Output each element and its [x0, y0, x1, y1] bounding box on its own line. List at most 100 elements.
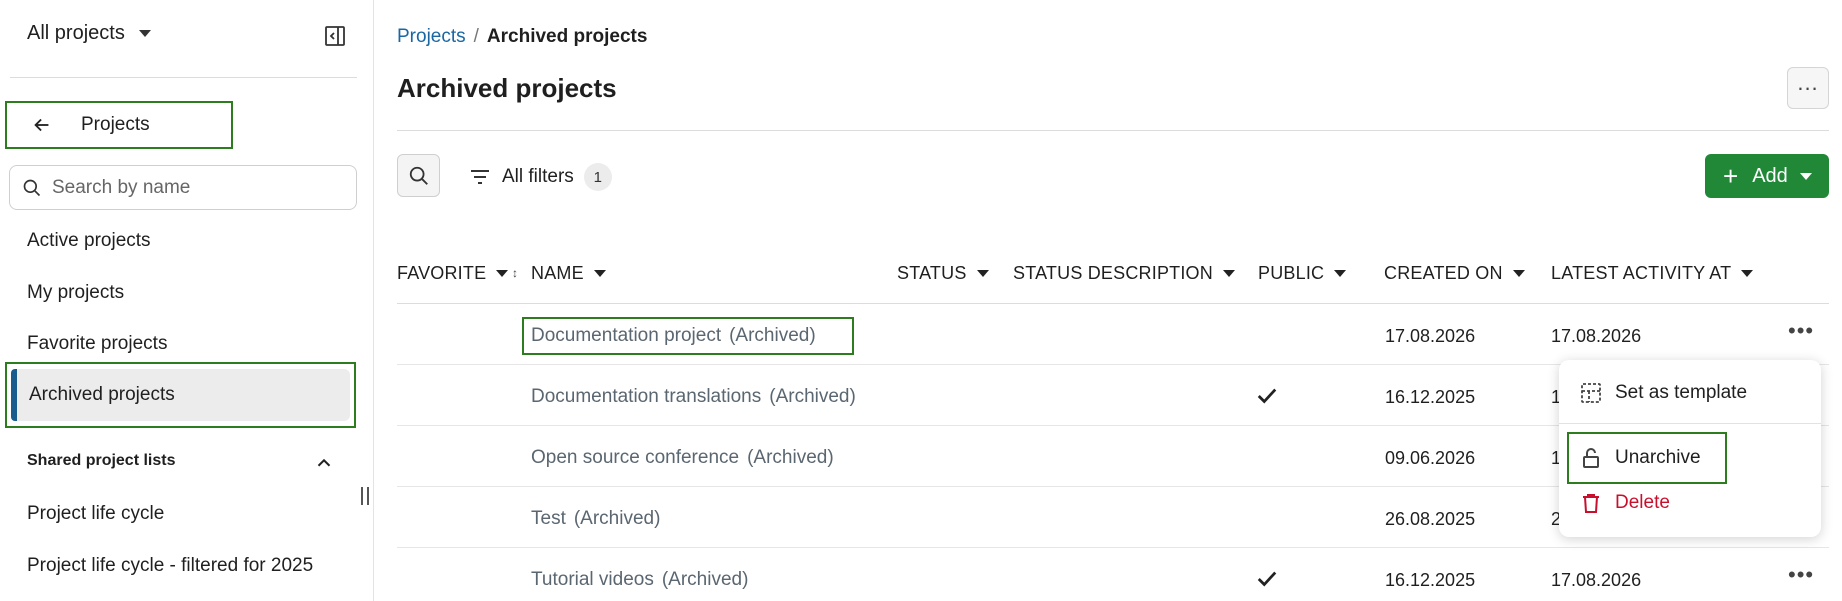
- all-filters-button[interactable]: All filters 1: [468, 163, 612, 191]
- checkmark-icon: [1257, 388, 1277, 404]
- menu-item-label: Unarchive: [1615, 447, 1701, 468]
- back-to-projects-button[interactable]: Projects: [5, 101, 233, 149]
- chevron-down-icon: [976, 270, 989, 277]
- column-header-label: STATUS DESCRIPTION: [1013, 263, 1213, 283]
- column-header-label: NAME: [531, 263, 584, 283]
- breadcrumb-current: Archived projects: [486, 26, 648, 47]
- menu-item-label: Set as template: [1615, 382, 1748, 403]
- more-icon: ...: [1797, 70, 1819, 95]
- sidebar-item-archived-projects[interactable]: Archived projects: [5, 362, 356, 428]
- table-row-name-link[interactable]: Open source conference (Archived): [531, 447, 834, 469]
- column-header-latest-activity[interactable]: LATEST ACTIVITY AT: [1551, 263, 1754, 284]
- chevron-up-icon[interactable]: [313, 452, 335, 474]
- archived-tag: (Archived): [747, 447, 834, 468]
- project-name: Documentation project: [531, 325, 722, 346]
- template-icon: [1581, 383, 1601, 403]
- sidebar-item-active-projects[interactable]: Active projects: [27, 230, 151, 252]
- table-row-name-link[interactable]: Documentation project (Archived): [531, 325, 816, 347]
- table-row-name-link[interactable]: Test (Archived): [531, 508, 660, 530]
- column-header-favorite[interactable]: FAVORITE: [397, 263, 509, 284]
- unlock-icon: [1583, 448, 1599, 468]
- table-row-name-link[interactable]: Tutorial videos (Archived): [531, 569, 748, 591]
- chevron-down-icon: [1799, 172, 1812, 180]
- arrow-left-icon: [34, 118, 49, 132]
- chevron-down-icon: [1222, 270, 1235, 277]
- add-button[interactable]: + Add: [1705, 154, 1829, 198]
- column-header-name[interactable]: NAME: [531, 263, 606, 284]
- sidebar-item-favorite-projects[interactable]: Favorite projects: [27, 333, 167, 355]
- sidebar-item-project-life-cycle-2025[interactable]: Project life cycle - filtered for 2025: [27, 555, 313, 577]
- chevron-down-icon: [1512, 270, 1525, 277]
- project-name: Tutorial videos: [531, 569, 654, 590]
- created-on-cell: 09.06.2026: [1385, 448, 1476, 468]
- created-on-cell: 16.12.2025: [1385, 387, 1476, 407]
- back-to-projects-label: Projects: [81, 114, 150, 135]
- search-icon: [409, 166, 428, 185]
- column-header-label: FAVORITE: [397, 263, 487, 283]
- column-header-label: LATEST ACTIVITY AT: [1551, 263, 1732, 283]
- search-input[interactable]: [52, 176, 342, 199]
- sidebar-collapse-icon[interactable]: [323, 24, 347, 48]
- chevron-down-icon: [138, 30, 151, 37]
- table-row-name-link[interactable]: Documentation translations (Archived): [531, 386, 856, 408]
- active-indicator: [11, 369, 17, 421]
- header-divider: [397, 130, 1829, 131]
- latest-activity-cell: 17.08.2026: [1551, 570, 1642, 590]
- column-header-label: STATUS: [897, 263, 967, 283]
- project-switcher-label: All projects: [27, 22, 125, 44]
- chevron-down-icon: [593, 270, 606, 277]
- table-search-button[interactable]: [397, 154, 440, 197]
- menu-item-delete[interactable]: Delete: [1579, 491, 1670, 515]
- sidebar-divider: [10, 77, 357, 78]
- project-name: Open source conference: [531, 447, 740, 468]
- archived-tag: (Archived): [769, 386, 856, 407]
- trash-icon: [1583, 494, 1599, 513]
- plus-icon: +: [1723, 161, 1739, 191]
- breadcrumb-separator: /: [473, 26, 479, 47]
- row-more-button[interactable]: •••: [1788, 562, 1814, 588]
- sidebar-item-my-projects[interactable]: My projects: [27, 282, 124, 304]
- column-header-label: PUBLIC: [1258, 263, 1325, 283]
- sidebar-item-archived-label: Archived projects: [29, 384, 175, 405]
- archived-tag: (Archived): [729, 325, 816, 346]
- column-header-public[interactable]: PUBLIC: [1258, 263, 1347, 284]
- sidebar-search: [9, 165, 357, 210]
- sidebar-item-archived-highlight: Archived projects: [11, 369, 350, 421]
- column-header-label: CREATED ON: [1384, 263, 1503, 283]
- archived-tag: (Archived): [661, 569, 749, 590]
- menu-item-unarchive[interactable]: Unarchive: [1579, 446, 1701, 470]
- page-more-button[interactable]: ...: [1787, 67, 1829, 109]
- row-more-button[interactable]: •••: [1788, 318, 1814, 344]
- menu-divider: [1559, 423, 1821, 424]
- column-header-created-on[interactable]: CREATED ON: [1384, 263, 1525, 284]
- chevron-down-icon: [496, 270, 509, 277]
- filters-count-badge: 1: [583, 163, 612, 191]
- all-filters-label: All filters: [502, 166, 574, 187]
- table-header-divider: [397, 303, 1829, 304]
- project-name: Test: [531, 508, 566, 529]
- breadcrumb-projects-link[interactable]: Projects: [397, 26, 466, 48]
- archived-tag: (Archived): [573, 508, 661, 529]
- menu-item-label: Delete: [1615, 492, 1670, 513]
- sidebar-resize-handle[interactable]: [361, 487, 369, 505]
- sort-icon: ↕: [512, 266, 518, 280]
- sidebar-item-project-life-cycle[interactable]: Project life cycle: [27, 503, 164, 525]
- column-header-status[interactable]: STATUS: [897, 263, 989, 284]
- row-context-menu: Set as template Unarchive Delete: [1559, 360, 1821, 537]
- row-divider: [397, 547, 1829, 548]
- breadcrumb: Projects / Archived projects: [397, 26, 647, 48]
- shared-lists-heading: Shared project lists: [27, 452, 176, 469]
- sidebar: All projects Projects Active projects My…: [0, 0, 374, 601]
- menu-item-set-as-template[interactable]: Set as template: [1579, 381, 1747, 405]
- chevron-down-icon: [1334, 270, 1347, 277]
- created-on-cell: 17.08.2026: [1385, 326, 1476, 346]
- search-icon: [23, 179, 41, 196]
- column-header-status-description[interactable]: STATUS DESCRIPTION: [1013, 263, 1235, 284]
- add-button-label: Add: [1752, 164, 1788, 187]
- filter-icon: [471, 170, 489, 184]
- project-name: Documentation translations: [531, 386, 762, 407]
- created-on-cell: 26.08.2025: [1385, 509, 1476, 529]
- project-switcher[interactable]: All projects: [27, 22, 151, 45]
- latest-activity-cell: 17.08.2026: [1551, 326, 1642, 346]
- checkmark-icon: [1257, 571, 1277, 587]
